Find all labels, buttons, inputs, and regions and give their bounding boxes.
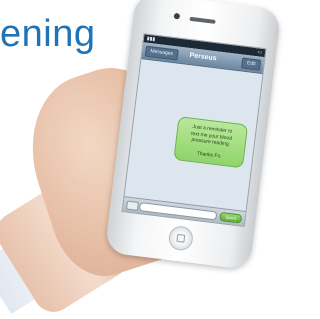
send-button[interactable]: Send bbox=[219, 211, 243, 224]
slide-title: ening bbox=[0, 13, 96, 55]
battery-icon: ▭ bbox=[256, 49, 263, 56]
phone-screen: ▮▮▮ ▭ Messages Perseus Edit Just a remin… bbox=[121, 33, 267, 228]
front-camera-icon bbox=[173, 12, 181, 20]
camera-icon[interactable] bbox=[125, 200, 139, 211]
edit-button[interactable]: Edit bbox=[241, 57, 262, 71]
earpiece-speaker bbox=[189, 16, 216, 24]
signal-icon: ▮▮▮ bbox=[146, 35, 156, 43]
message-thread: Just a reminder to text me your blood pr… bbox=[125, 59, 263, 211]
message-bubble[interactable]: Just a reminder to text me your blood pr… bbox=[173, 116, 249, 169]
phone: ▮▮▮ ▭ Messages Perseus Edit Just a remin… bbox=[104, 0, 282, 270]
home-button[interactable] bbox=[167, 224, 195, 252]
message-signature: Thanks Fo. bbox=[196, 150, 223, 160]
